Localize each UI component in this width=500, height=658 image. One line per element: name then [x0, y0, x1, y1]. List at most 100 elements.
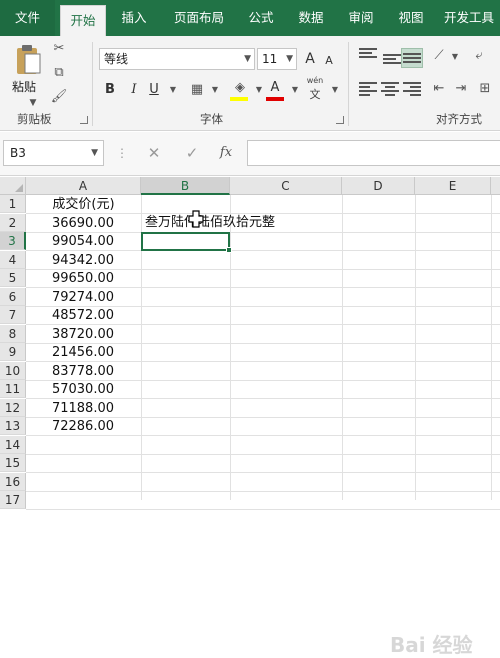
paste-button[interactable]: 粘贴: [12, 78, 36, 95]
row-header[interactable]: 1: [0, 195, 26, 213]
row-header[interactable]: 15: [0, 454, 26, 472]
row-header[interactable]: 4: [0, 250, 26, 269]
phonetic-guide-button[interactable]: 文: [305, 86, 325, 102]
cancel-icon[interactable]: ✕: [142, 140, 166, 166]
dialog-launcher-icon[interactable]: [336, 116, 344, 124]
column-header-b[interactable]: B: [141, 177, 230, 195]
tab-home[interactable]: 开始: [60, 5, 106, 36]
row-header[interactable]: 11: [0, 380, 26, 398]
underline-button[interactable]: U: [147, 80, 161, 100]
cell-a13[interactable]: 72286.00: [26, 418, 114, 436]
tab-formulas[interactable]: 公式: [240, 0, 282, 36]
select-all-button[interactable]: [0, 177, 26, 195]
copy-icon[interactable]: ⧉: [50, 64, 68, 82]
align-center-icon[interactable]: [381, 82, 399, 96]
formula-input[interactable]: [247, 140, 500, 166]
dialog-launcher-icon[interactable]: [80, 116, 88, 124]
column-header-partial[interactable]: [491, 177, 500, 195]
font-color-button[interactable]: A: [268, 78, 282, 98]
row-header[interactable]: 16: [0, 472, 26, 491]
fill-color-swatch: [230, 97, 248, 101]
tab-developer[interactable]: 开发工具: [444, 0, 500, 36]
row-header[interactable]: 17: [0, 491, 26, 509]
insert-function-button[interactable]: fx: [214, 140, 238, 166]
cell-a4[interactable]: 94342.00: [26, 252, 114, 270]
more-options-icon[interactable]: ⋮: [116, 144, 128, 162]
cell-a5[interactable]: 99650.00: [26, 270, 114, 288]
increase-indent-icon[interactable]: ⇥: [452, 80, 470, 98]
group-divider: [348, 42, 349, 126]
column-header-e[interactable]: E: [415, 177, 491, 195]
font-name-select[interactable]: 等线 ▼: [99, 48, 255, 70]
decrease-font-size-button[interactable]: A: [322, 51, 336, 71]
fill-handle[interactable]: [226, 247, 232, 253]
font-size-value: 11: [262, 52, 278, 66]
name-box[interactable]: B3 ▼: [3, 140, 104, 166]
decrease-indent-icon[interactable]: ⇤: [430, 80, 448, 98]
cell-b2[interactable]: 叁万陆仟陆佰玖拾元整: [145, 214, 305, 232]
row-header[interactable]: 14: [0, 435, 26, 454]
font-group-label: 字体: [200, 112, 223, 126]
fill-color-icon[interactable]: ◈: [231, 79, 249, 97]
tab-data[interactable]: 数据: [290, 0, 332, 36]
chevron-down-icon[interactable]: ▼: [286, 81, 304, 99]
italic-button[interactable]: I: [127, 80, 141, 100]
chevron-down-icon[interactable]: ▼: [206, 81, 224, 99]
tab-insert[interactable]: 插入: [112, 0, 156, 36]
chevron-down-icon[interactable]: ▼: [326, 81, 344, 99]
align-middle-icon[interactable]: [383, 54, 401, 68]
row-header[interactable]: 8: [0, 324, 26, 343]
enter-icon[interactable]: ✓: [180, 140, 204, 166]
font-size-select[interactable]: 11 ▼: [257, 48, 297, 70]
cell-a7[interactable]: 48572.00: [26, 307, 114, 325]
row-header[interactable]: 12: [0, 398, 26, 417]
chevron-down-icon[interactable]: ▼: [446, 48, 464, 66]
increase-font-size-button[interactable]: A: [302, 49, 318, 69]
row-header[interactable]: 5: [0, 269, 26, 287]
cell-a1[interactable]: 成交价(元): [26, 196, 141, 214]
align-right-icon[interactable]: [403, 82, 421, 96]
cell-a12[interactable]: 71188.00: [26, 400, 114, 418]
gridline: [26, 472, 500, 473]
cell-a11[interactable]: 57030.00: [26, 381, 114, 399]
active-cell-b3[interactable]: [141, 232, 230, 251]
font-name-value: 等线: [104, 52, 129, 66]
merge-center-icon[interactable]: ⊞: [476, 80, 494, 98]
row-header[interactable]: 3: [0, 232, 26, 250]
clipboard-group-label: 剪贴板: [17, 112, 52, 126]
cell-a6[interactable]: 79274.00: [26, 289, 114, 307]
tab-page-layout[interactable]: 页面布局: [164, 0, 234, 36]
row-header[interactable]: 10: [0, 361, 26, 380]
cell-a9[interactable]: 21456.00: [26, 344, 114, 362]
column-header-a[interactable]: A: [26, 177, 141, 195]
chevron-down-icon[interactable]: ▼: [24, 94, 42, 112]
ribbon-tab-bar: 文件 开始 插入 页面布局 公式 数据 审阅 视图 开发工具: [0, 0, 500, 36]
bold-button[interactable]: B: [103, 80, 117, 100]
cell-a8[interactable]: 38720.00: [26, 326, 114, 344]
borders-icon[interactable]: ▦: [188, 81, 206, 99]
clipboard-icon[interactable]: [14, 44, 42, 76]
chevron-down-icon: ▼: [286, 54, 293, 64]
align-left-icon[interactable]: [359, 82, 377, 96]
cell-a2[interactable]: 36690.00: [26, 215, 114, 233]
tab-review[interactable]: 审阅: [340, 0, 382, 36]
chevron-down-icon[interactable]: ▼: [164, 81, 182, 99]
format-painter-icon[interactable]: 🖌: [50, 88, 68, 106]
row-header[interactable]: 7: [0, 306, 26, 324]
gridline: [26, 490, 500, 492]
column-header-c[interactable]: C: [230, 177, 342, 195]
cell-a10[interactable]: 83778.00: [26, 363, 114, 381]
cell-a3[interactable]: 99054.00: [26, 233, 114, 251]
row-header[interactable]: 6: [0, 287, 26, 306]
cut-icon[interactable]: ✂: [50, 40, 68, 58]
tab-file[interactable]: 文件: [0, 0, 55, 36]
column-header-d[interactable]: D: [342, 177, 415, 195]
row-header[interactable]: 9: [0, 343, 26, 361]
wrap-text-icon[interactable]: ⤶: [470, 47, 488, 65]
tab-view[interactable]: 视图: [390, 0, 432, 36]
worksheet-grid[interactable]: A B C D E 1 2 3 4 5 6 7 8 9 10 11 12 13 14 15 16 17 36690…: [0, 177, 500, 657]
chevron-down-icon: ▼: [244, 54, 251, 64]
row-header[interactable]: 13: [0, 417, 26, 435]
align-top-icon[interactable]: [359, 48, 377, 62]
row-header[interactable]: 2: [0, 213, 26, 232]
